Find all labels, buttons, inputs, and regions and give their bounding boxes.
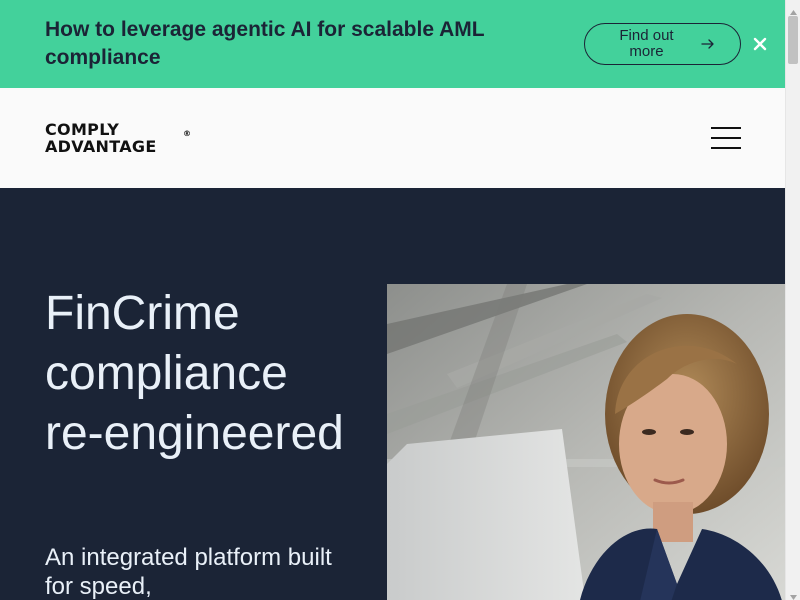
comply-advantage-logo[interactable]: COMPLY ADVANTAGE ® — [45, 121, 195, 157]
hero-section: FinCrime compliance re-engineered An int… — [0, 188, 785, 600]
scroll-down-arrow-icon[interactable] — [789, 588, 798, 600]
logo-text-line2: ADVANTAGE — [45, 137, 157, 156]
hero-photo-woman-at-laptop — [387, 284, 785, 600]
hero-subtitle: An integrated platform built for speed, — [45, 544, 332, 600]
scroll-up-arrow-icon[interactable] — [789, 4, 798, 15]
logo-text-line1: COMPLY — [45, 120, 120, 139]
find-out-more-button[interactable]: Find out more — [584, 23, 741, 65]
hamburger-menu-icon[interactable] — [711, 127, 741, 149]
hero-title: FinCrime compliance re-engineered — [45, 287, 344, 460]
page-scrollbar[interactable] — [785, 0, 800, 600]
announcement-banner: How to leverage agentic AI for scalable … — [0, 0, 785, 88]
banner-headline: How to leverage agentic AI for scalable … — [45, 18, 485, 69]
scrollbar-thumb[interactable] — [788, 16, 798, 64]
arrow-right-icon — [700, 39, 715, 49]
close-icon[interactable] — [751, 35, 769, 53]
site-header: COMPLY ADVANTAGE ® — [0, 88, 785, 188]
find-out-more-label: Find out more — [619, 27, 674, 60]
registered-mark: ® — [183, 129, 191, 138]
